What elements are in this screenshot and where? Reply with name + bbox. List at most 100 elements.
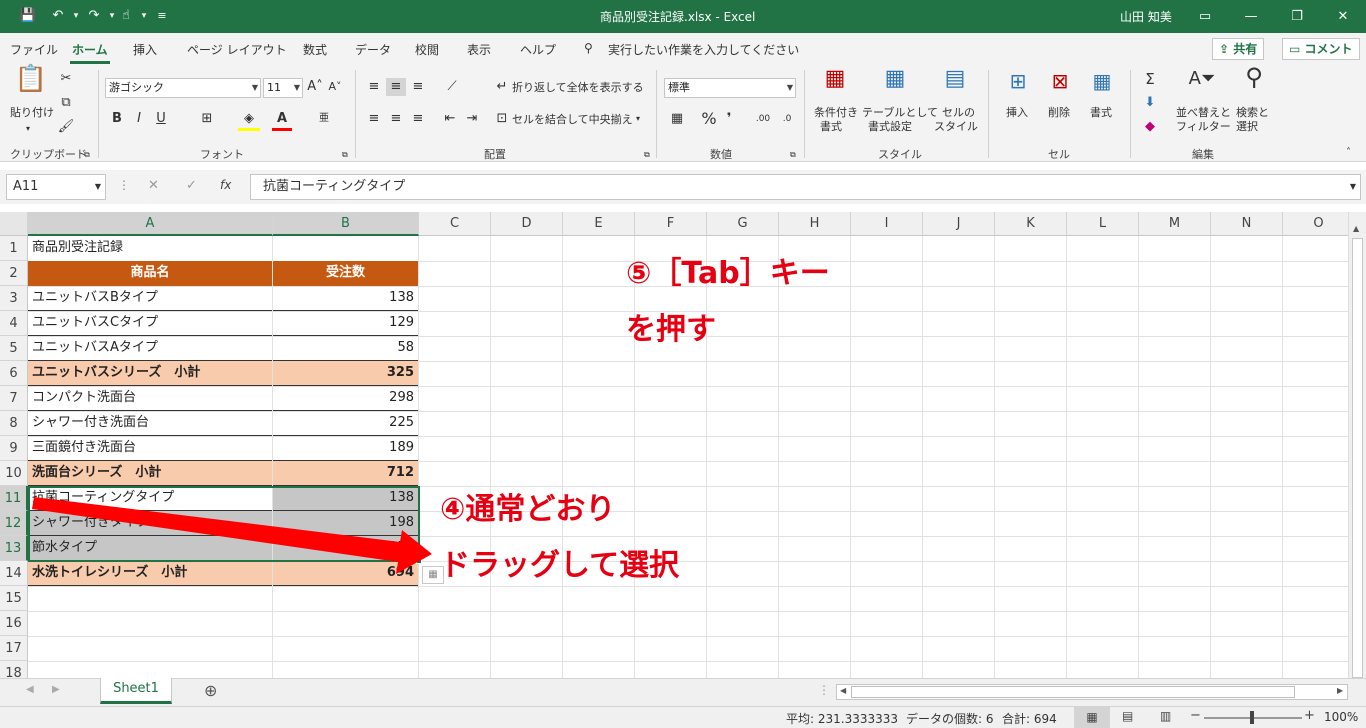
borders-icon[interactable]: ⊞	[196, 110, 218, 128]
prev-sheet-icon[interactable]: ◀	[26, 684, 34, 695]
decrease-indent-icon[interactable]: ⇤	[440, 110, 460, 128]
format-as-table-icon[interactable]: ▦	[880, 68, 910, 90]
conditional-format-label-2[interactable]: 書式	[820, 120, 842, 134]
align-left-icon[interactable]: ≡	[364, 110, 384, 128]
merge-center-icon[interactable]: ⊡	[494, 110, 510, 128]
undo-icon[interactable]: ↶	[48, 6, 68, 26]
scroll-left-icon[interactable]: ◀	[840, 686, 846, 695]
zoom-slider-thumb[interactable]	[1250, 711, 1254, 724]
insert-cells-icon[interactable]: ⊞	[1002, 71, 1034, 91]
zoom-level[interactable]: 100%	[1324, 710, 1358, 724]
tab-page-layout[interactable]: ページ レイアウト	[187, 41, 287, 58]
bold-icon[interactable]: B	[108, 110, 126, 128]
tab-file[interactable]: ファイル	[10, 41, 58, 58]
sort-filter-label-2[interactable]: フィルター	[1176, 120, 1231, 134]
percent-icon[interactable]: %	[700, 110, 718, 128]
add-sheet-icon[interactable]: ⊕	[204, 681, 217, 700]
scroll-right-icon[interactable]: ▶	[1337, 686, 1343, 695]
find-select-label-2[interactable]: 選択	[1236, 120, 1258, 134]
tab-formulas[interactable]: 数式	[303, 41, 327, 58]
merge-center-button[interactable]: セルを結合して中央揃え	[512, 113, 633, 127]
formula-input[interactable]: 抗菌コーティングタイプ ▼	[250, 174, 1361, 200]
insert-function-icon[interactable]: fx	[220, 178, 231, 192]
zoom-out-icon[interactable]: −	[1190, 708, 1201, 723]
comma-icon[interactable]: ❜	[722, 110, 736, 128]
tab-view[interactable]: 表示	[467, 41, 491, 58]
touch-dropdown-icon[interactable]: ▾	[134, 6, 154, 26]
cell-styles-icon[interactable]: ▤	[940, 68, 970, 90]
next-sheet-icon[interactable]: ▶	[52, 684, 60, 695]
sort-filter-label-1[interactable]: 並べ替えと	[1176, 106, 1231, 120]
format-cells-icon[interactable]: ▦	[1086, 71, 1118, 91]
decrease-font-icon[interactable]: A˅	[327, 78, 343, 96]
font-color-icon[interactable]: A	[272, 110, 292, 131]
autosum-icon[interactable]: Σ	[1140, 70, 1160, 88]
search-icon[interactable]: ⚲	[584, 41, 593, 55]
collapse-ribbon-icon[interactable]: ˄	[1346, 144, 1351, 162]
customize-qat-icon[interactable]: ≡	[152, 6, 172, 26]
restore-icon[interactable]: ❐	[1274, 0, 1320, 33]
font-launcher-icon[interactable]: ⧉	[342, 146, 348, 164]
paste-icon[interactable]: 📋	[14, 66, 48, 102]
find-select-label-1[interactable]: 検索と	[1236, 106, 1269, 120]
font-size-combo[interactable]: 11 ▼	[263, 78, 303, 98]
redo-icon[interactable]: ↷	[84, 6, 104, 26]
zoom-in-icon[interactable]: +	[1304, 708, 1315, 723]
font-name-combo[interactable]: 游ゴシック ▼	[105, 78, 261, 98]
page-break-view-icon[interactable]: ▥	[1160, 709, 1171, 723]
phonetic-icon[interactable]: 亜	[316, 110, 332, 128]
copy-icon[interactable]: ⧉	[56, 94, 76, 112]
italic-icon[interactable]: I	[130, 110, 148, 128]
undo-dropdown-icon[interactable]: ▾	[66, 6, 86, 26]
cell-styles-label-2[interactable]: スタイル	[934, 120, 978, 134]
tab-help[interactable]: ヘルプ	[520, 41, 556, 58]
wrap-text-icon[interactable]: ↵	[494, 78, 510, 96]
scroll-thumb[interactable]	[1352, 238, 1363, 678]
decrease-decimal-icon[interactable]: .0	[776, 110, 798, 128]
sheet-tab-sheet1[interactable]: Sheet1	[100, 678, 172, 704]
paste-button-label[interactable]: 貼り付け	[10, 106, 54, 120]
close-icon[interactable]: ✕	[1320, 0, 1366, 33]
find-select-icon[interactable]: ⚲	[1238, 65, 1270, 89]
chevron-down-icon[interactable]: ▾	[636, 110, 640, 128]
increase-font-icon[interactable]: A˄	[307, 78, 323, 96]
format-painter-icon[interactable]: 🖌	[56, 118, 76, 136]
expand-formula-icon[interactable]: ▼	[1350, 175, 1356, 199]
scroll-up-icon[interactable]: ▲	[1353, 224, 1359, 233]
save-icon[interactable]: 💾	[18, 6, 38, 26]
increase-decimal-icon[interactable]: .00	[752, 110, 774, 128]
align-right-icon[interactable]: ≡	[408, 110, 428, 128]
number-launcher-icon[interactable]: ⧉	[790, 146, 796, 164]
name-box[interactable]: A11 ▼	[6, 174, 106, 200]
cut-icon[interactable]: ✂	[56, 70, 76, 88]
align-bottom-icon[interactable]: ≡	[408, 78, 428, 96]
format-as-table-label-2[interactable]: 書式設定	[868, 120, 912, 134]
clear-icon[interactable]: ◆	[1140, 118, 1160, 136]
wrap-text-button[interactable]: 折り返して全体を表示する	[512, 81, 644, 95]
conditional-format-label-1[interactable]: 条件付き	[814, 106, 858, 120]
touch-mode-icon[interactable]: ☝	[116, 6, 136, 26]
user-name[interactable]: 山田 知美	[1120, 8, 1172, 25]
underline-icon[interactable]: U	[152, 110, 170, 128]
fill-color-icon[interactable]: ◈	[238, 110, 260, 131]
increase-indent-icon[interactable]: ⇥	[462, 110, 482, 128]
page-layout-view-icon[interactable]: ▤	[1122, 709, 1133, 723]
tab-home[interactable]: ホーム	[70, 41, 110, 64]
conditional-format-icon[interactable]: ▦	[820, 68, 850, 90]
number-format-combo[interactable]: 標準 ▼	[664, 78, 796, 98]
tab-review[interactable]: 校閲	[415, 41, 439, 58]
align-top-icon[interactable]: ≡	[364, 78, 384, 96]
enter-icon[interactable]: ✓	[186, 178, 197, 193]
minimize-icon[interactable]: —	[1228, 0, 1274, 33]
hscroll-thumb[interactable]	[851, 686, 1295, 698]
insert-cells-button[interactable]: 挿入	[1006, 106, 1028, 120]
horizontal-scrollbar[interactable]: ◀ ▶	[836, 684, 1348, 700]
comment-button[interactable]: ▭ コメント	[1282, 38, 1360, 60]
format-as-table-label-1[interactable]: テーブルとして	[862, 106, 938, 120]
worksheet-grid[interactable]: ABCDEFGHIJKLMNO 1 2 3 4 5 6 7 8 9 10 11 12 13 14 15 16 1…	[0, 212, 1348, 678]
clipboard-launcher-icon[interactable]: ⧉	[84, 146, 90, 164]
normal-view-icon[interactable]: ▦	[1074, 707, 1110, 728]
share-button[interactable]: ⇪ 共有	[1212, 38, 1265, 60]
format-cells-button[interactable]: 書式	[1090, 106, 1112, 120]
vertical-scrollbar[interactable]: ▲	[1348, 212, 1366, 678]
